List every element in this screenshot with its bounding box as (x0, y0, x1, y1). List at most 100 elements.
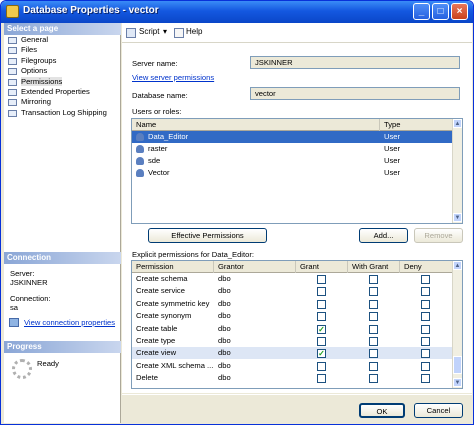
cancel-button[interactable]: Cancel (414, 403, 463, 418)
deny-checkbox[interactable] (421, 299, 430, 309)
permissions-grid[interactable]: Permission Grantor Grant With Grant Deny… (131, 260, 463, 389)
deny-checkbox[interactable] (421, 361, 430, 371)
page-files[interactable]: Files (4, 45, 121, 55)
deny-checkbox[interactable] (421, 287, 430, 297)
page-icon (8, 99, 17, 107)
table-row[interactable]: sde User (132, 155, 454, 167)
with-grant-checkbox[interactable] (369, 324, 378, 334)
page-icon (8, 68, 17, 76)
grant-checkbox[interactable]: ✓ (317, 349, 326, 359)
grantor-name: dbo (218, 336, 231, 345)
user-icon (136, 145, 144, 153)
table-row[interactable]: Create schema dbo (132, 273, 454, 285)
page-mirroring[interactable]: Mirroring (4, 97, 121, 107)
table-row[interactable]: Create service dbo (132, 285, 454, 297)
grant-checkbox[interactable] (317, 312, 326, 322)
grant-checkbox[interactable] (317, 374, 326, 384)
user-type: User (384, 144, 401, 153)
table-row[interactable]: Create table dbo ✓ (132, 323, 454, 335)
table-row[interactable]: Create symmetric key dbo (132, 298, 454, 310)
table-row[interactable]: Delete dbo (132, 372, 454, 384)
scroll-up-arrow-icon[interactable]: ▲ (453, 261, 462, 270)
deny-checkbox[interactable] (421, 374, 430, 384)
table-row[interactable]: Vector User (132, 167, 454, 179)
with-grant-checkbox[interactable] (369, 349, 378, 359)
table-row[interactable]: raster User (132, 143, 454, 155)
page-transaction-log-shipping[interactable]: Transaction Log Shipping (4, 108, 121, 118)
table-row[interactable]: Data_Editor User (132, 131, 454, 143)
deny-checkbox[interactable] (421, 337, 430, 346)
column-header-grantor[interactable]: Grantor (214, 261, 296, 273)
script-button[interactable]: Script (139, 27, 159, 36)
grant-checkbox[interactable] (317, 299, 326, 309)
permission-name: Create service (136, 286, 185, 296)
page-permissions[interactable]: Permissions (4, 76, 121, 87)
view-server-permissions-link[interactable]: View server permissions (132, 73, 214, 82)
page-general[interactable]: General (4, 35, 121, 45)
grant-checkbox[interactable] (317, 361, 326, 371)
with-grant-checkbox[interactable] (369, 374, 378, 384)
with-grant-checkbox[interactable] (369, 337, 378, 346)
deny-checkbox[interactable] (421, 312, 430, 322)
column-header-name[interactable]: Name (132, 119, 380, 131)
grantor-name: dbo (218, 323, 231, 333)
user-name: raster (148, 144, 168, 153)
with-grant-checkbox[interactable] (369, 361, 378, 371)
view-connection-properties-link[interactable]: View connection properties (24, 318, 115, 327)
page-options[interactable]: Options (4, 66, 121, 76)
user-type: User (384, 168, 401, 177)
column-header-permission[interactable]: Permission (132, 261, 214, 273)
page-icon (8, 57, 17, 65)
with-grant-checkbox[interactable] (369, 299, 378, 309)
scroll-down-arrow-icon[interactable]: ▼ (453, 378, 462, 387)
deny-checkbox[interactable] (421, 349, 430, 359)
help-button[interactable]: Help (186, 27, 202, 36)
scroll-down-arrow-icon[interactable]: ▼ (453, 213, 462, 222)
permissions-grid-header: Permission Grantor Grant With Grant Deny (132, 261, 454, 273)
table-row[interactable]: Create XML schema ... dbo (132, 360, 454, 372)
deny-checkbox[interactable] (421, 275, 430, 284)
window-title: Database Properties - vector (23, 5, 159, 16)
maximize-button[interactable]: □ (432, 3, 449, 20)
page-extended-properties[interactable]: Extended Properties (4, 87, 121, 97)
users-grid-scrollbar[interactable]: ▲ ▼ (452, 119, 462, 223)
page-filegroups[interactable]: Filegroups (4, 56, 121, 66)
close-button[interactable]: × (451, 3, 468, 20)
with-grant-checkbox[interactable] (369, 312, 378, 322)
progress-header: Progress (4, 341, 121, 353)
grantor-name: dbo (218, 311, 231, 321)
column-header-type[interactable]: Type (380, 119, 454, 131)
column-header-deny[interactable]: Deny (400, 261, 454, 273)
grant-checkbox[interactable] (317, 337, 326, 346)
permission-name: Delete (136, 373, 158, 383)
with-grant-checkbox[interactable] (369, 275, 378, 284)
column-header-grant[interactable]: Grant (296, 261, 348, 273)
column-header-with-grant[interactable]: With Grant (348, 261, 400, 273)
grant-checkbox[interactable]: ✓ (317, 324, 326, 334)
toolbar: Script ▾ Help (122, 23, 472, 43)
effective-permissions-button[interactable]: Effective Permissions (148, 228, 267, 243)
script-dropdown-chevron-down-icon[interactable]: ▾ (163, 27, 167, 36)
add-button[interactable]: Add... (359, 228, 408, 243)
grant-checkbox[interactable] (317, 275, 326, 284)
page-icon (8, 88, 17, 96)
table-row[interactable]: Create type dbo (132, 335, 454, 347)
user-type: User (384, 132, 401, 141)
scroll-thumb[interactable] (453, 356, 462, 374)
users-roles-grid[interactable]: Name Type Data_Editor User raster User s… (131, 118, 463, 224)
grant-checkbox[interactable] (317, 287, 326, 297)
with-grant-checkbox[interactable] (369, 287, 378, 297)
title-bar[interactable]: Database Properties - vector _ □ × (1, 1, 473, 23)
permissions-grid-scrollbar[interactable]: ▲ ▼ (452, 261, 462, 388)
deny-checkbox[interactable] (421, 324, 430, 334)
ok-button[interactable]: OK (359, 403, 405, 418)
scroll-up-arrow-icon[interactable]: ▲ (453, 119, 462, 128)
table-row[interactable]: Create view dbo ✓ (132, 347, 454, 360)
server-label: Server: (10, 269, 35, 278)
table-row[interactable]: Create synonym dbo (132, 310, 454, 322)
left-pane: Select a page General Files Filegroups O… (4, 23, 121, 423)
permission-name: Create type (136, 336, 176, 345)
permission-name: Create table (136, 323, 178, 333)
remove-button[interactable]: Remove (414, 228, 463, 243)
minimize-button[interactable]: _ (413, 3, 430, 20)
